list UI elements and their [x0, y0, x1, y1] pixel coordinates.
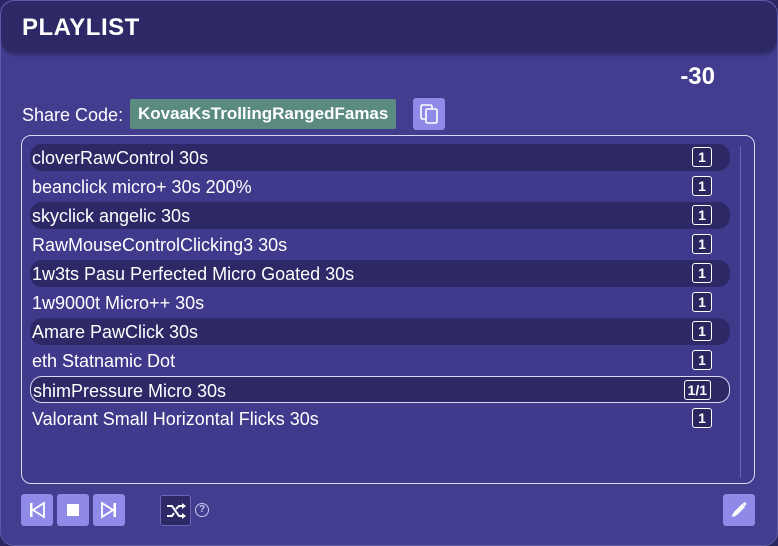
stop-button[interactable] — [57, 494, 89, 526]
playlist-row-name: 1w3ts Pasu Perfected Micro Goated 30s — [32, 264, 355, 284]
stop-icon — [67, 504, 79, 516]
shuffle-icon — [166, 502, 186, 519]
playlist-row[interactable]: 1w3ts Pasu Perfected Micro Goated 30s 1 — [30, 260, 730, 287]
copy-share-code-button[interactable] — [413, 98, 445, 130]
playlist-row[interactable]: beanclick micro+ 30s 200% 1 — [30, 173, 730, 200]
page-title: PLAYLIST — [22, 14, 140, 41]
playlist-row-count-badge: 1 — [692, 408, 712, 428]
panel-header: PLAYLIST — [1, 1, 777, 53]
playlist-row-name: RawMouseControlClicking3 30s — [32, 235, 288, 255]
playlist-row-name: 1w9000t Micro++ 30s — [32, 293, 205, 313]
playlist-row-name: skyclick angelic 30s — [32, 206, 191, 226]
playlist-row-count-badge: 1 — [692, 176, 712, 196]
playlist-row-count-badge: 1 — [692, 263, 712, 283]
playlist-row-name: eth Statnamic Dot — [32, 351, 176, 371]
score-value: -30 — [680, 63, 715, 90]
playlist-row-count-badge: 1 — [692, 321, 712, 341]
playlist-row[interactable]: cloverRawControl 30s 1 — [30, 144, 730, 171]
playlist-row-name: Amare PawClick 30s — [32, 322, 199, 342]
playlist-panel: PLAYLIST -30 Share Code: KovaaKsTrolling… — [0, 0, 778, 546]
playlist-row-count-badge: 1 — [692, 350, 712, 370]
scrollbar-track[interactable] — [740, 146, 741, 478]
playlist-row[interactable]: skyclick angelic 30s 1 — [30, 202, 730, 229]
playlist-row-count-badge: 1 — [692, 147, 712, 167]
edit-playlist-button[interactable] — [723, 494, 755, 526]
playlist-row-name: beanclick micro+ 30s 200% — [32, 177, 252, 197]
playlist-row-count-badge: 1 — [692, 234, 712, 254]
skip-previous-icon — [30, 501, 45, 519]
share-code-value[interactable]: KovaaKsTrollingRangedFamas — [130, 99, 397, 129]
playlist-row[interactable]: Amare PawClick 30s 1 — [30, 318, 730, 345]
playlist-row-name: shimPressure Micro 30s — [33, 381, 227, 401]
previous-button[interactable] — [21, 494, 53, 526]
playlist-list[interactable]: cloverRawControl 30s 1 beanclick micro+ 30… — [21, 135, 755, 484]
pencil-icon — [732, 501, 747, 517]
playlist-row-name: Valorant Small Horizontal Flicks 30s — [32, 409, 319, 429]
share-code-label: Share Code: — [22, 105, 124, 125]
playlist-row[interactable]: RawMouseControlClicking3 30s 1 — [30, 231, 730, 258]
copy-icon — [420, 104, 438, 124]
skip-next-icon — [101, 501, 116, 519]
help-icon[interactable]: ? — [195, 503, 209, 517]
playlist-row-count-badge: 1 — [692, 205, 712, 225]
playlist-row[interactable]: Valorant Small Horizontal Flicks 30s 1 — [30, 405, 730, 432]
playlist-row-count-badge: 1 — [692, 292, 712, 312]
playlist-row[interactable]: 1w9000t Micro++ 30s 1 — [30, 289, 730, 316]
playlist-row-current[interactable]: shimPressure Micro 30s 1/1 — [30, 376, 730, 403]
next-button[interactable] — [93, 494, 125, 526]
playlist-row-name: cloverRawControl 30s — [32, 148, 209, 168]
shuffle-button[interactable] — [160, 495, 191, 526]
playlist-row-count-badge: 1/1 — [683, 380, 711, 400]
playlist-row[interactable]: eth Statnamic Dot 1 — [30, 347, 730, 374]
